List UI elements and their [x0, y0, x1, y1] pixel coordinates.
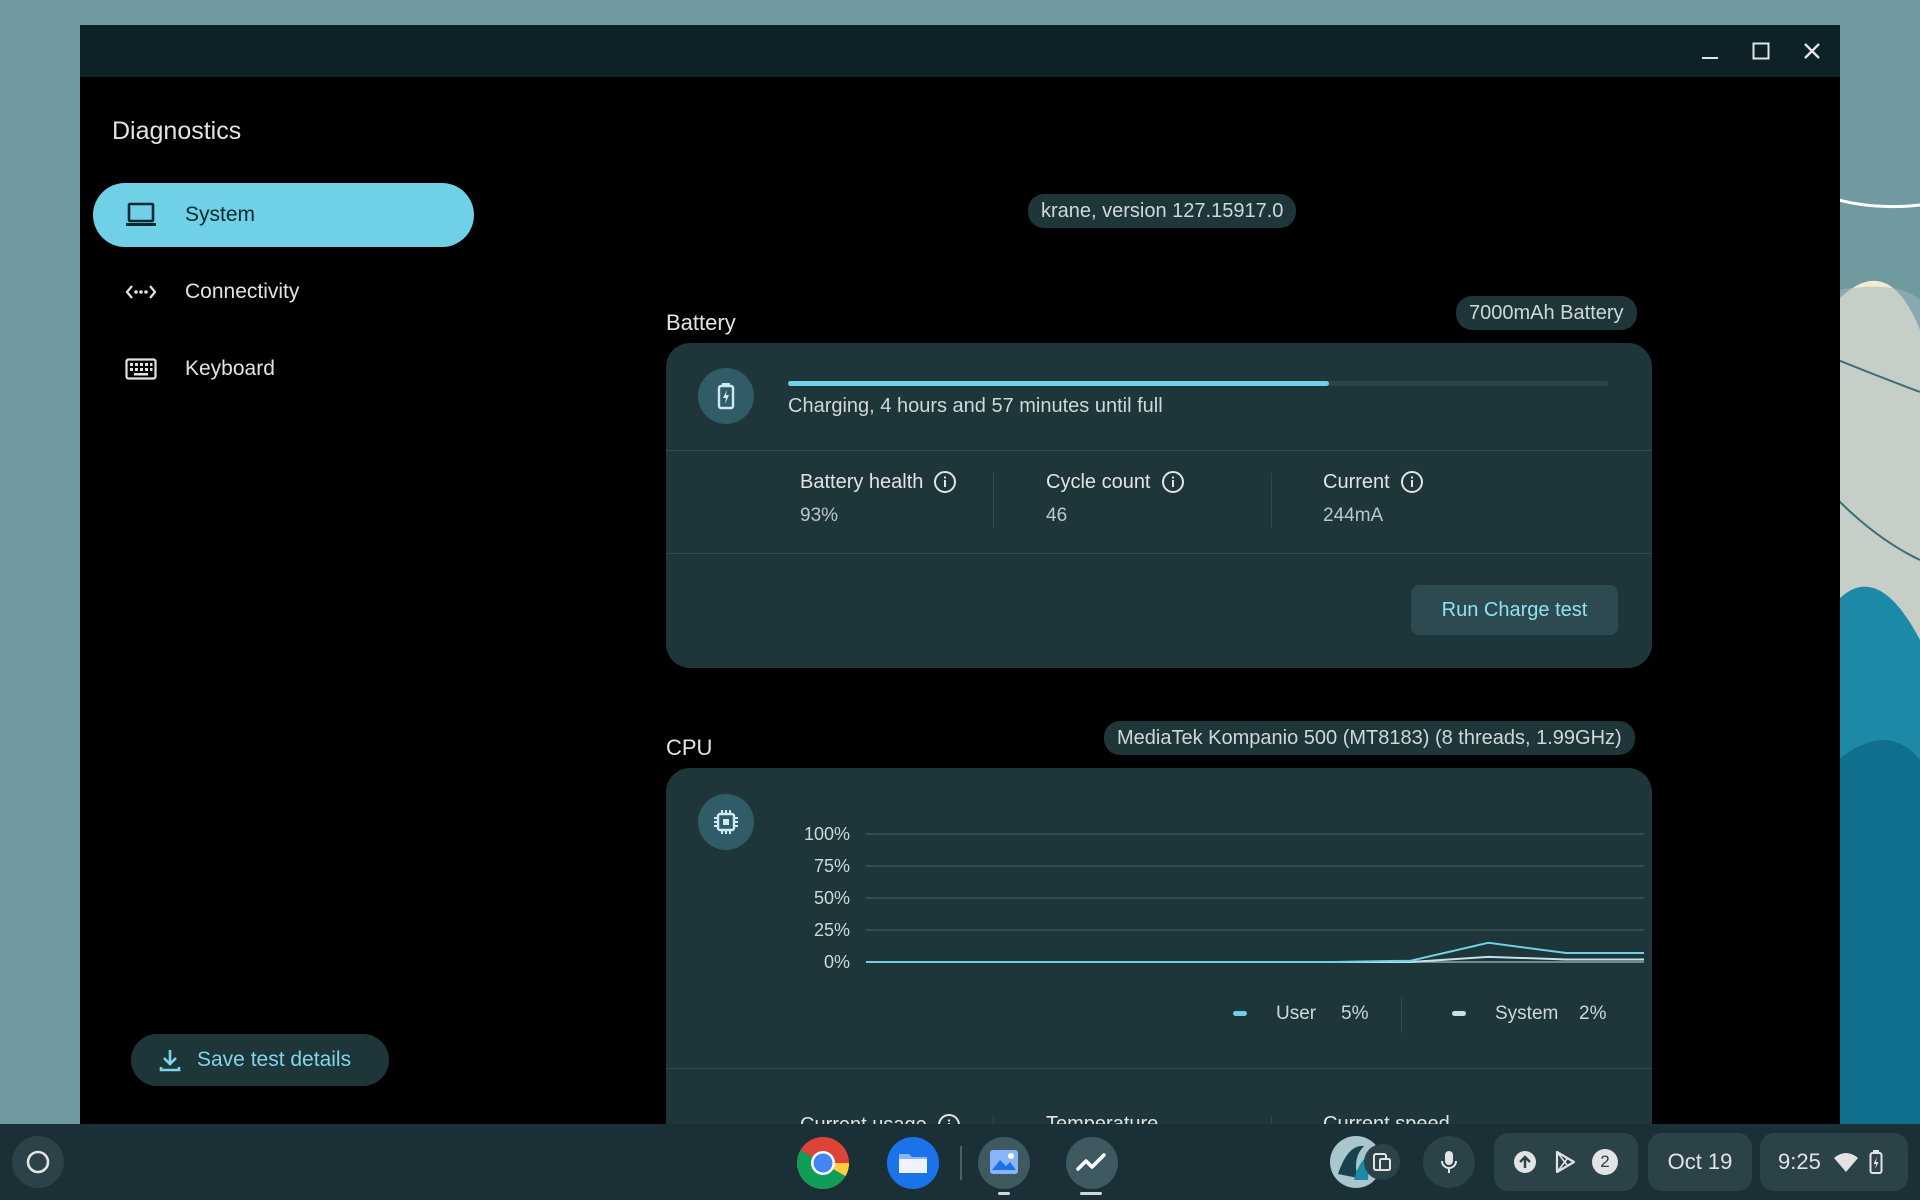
info-icon[interactable]	[1400, 470, 1424, 494]
battery-section-title: Battery	[666, 310, 736, 335]
sidebar-item-keyboard[interactable]: Keyboard	[93, 337, 474, 401]
gallery-icon	[978, 1137, 1030, 1189]
diagnostics-icon	[1066, 1137, 1118, 1189]
microphone-button[interactable]	[1423, 1136, 1475, 1188]
play-store-icon	[1555, 1150, 1576, 1174]
files-icon	[887, 1137, 939, 1189]
launcher-button[interactable]	[12, 1136, 64, 1188]
launcher-icon	[26, 1150, 50, 1174]
tablet-icon	[1364, 1144, 1400, 1180]
keyboard-icon	[123, 357, 159, 381]
y-tick-label: 0%	[824, 952, 850, 968]
battery-health-label: Battery health	[800, 470, 957, 494]
charging-status: Charging, 4 hours and 57 minutes until f…	[788, 395, 1163, 417]
cpu-usage-chart: 100% 75% 50% 25% 0%	[804, 824, 1644, 968]
legend-system-swatch	[1452, 1011, 1466, 1016]
y-tick-label: 75%	[814, 856, 850, 876]
save-test-details-button[interactable]: Save test details	[131, 1034, 389, 1086]
cpu-model-badge: MediaTek Kompanio 500 (MT8183) (8 thread…	[1104, 721, 1635, 755]
running-indicator	[998, 1192, 1010, 1195]
cycle-count-value: 46	[1046, 505, 1068, 526]
current-label: Current	[1323, 470, 1424, 494]
divider	[1401, 998, 1402, 1033]
running-indicator	[1080, 1192, 1102, 1195]
files-app[interactable]	[884, 1134, 942, 1192]
sidebar-item-label: System	[185, 203, 256, 226]
cpu-section-title: CPU	[666, 735, 713, 760]
time-text: 9:25	[1778, 1149, 1821, 1174]
y-tick-label: 100%	[804, 824, 850, 844]
current-value: 244mA	[1323, 505, 1384, 526]
connectivity-icon	[123, 282, 159, 302]
minimize-button[interactable]	[1694, 35, 1726, 67]
stat-label-text: Current	[1323, 470, 1390, 493]
title-bar	[80, 25, 1840, 77]
laptop-icon	[123, 202, 159, 228]
chrome-app[interactable]	[794, 1134, 852, 1192]
divider	[1271, 473, 1272, 528]
sidebar-item-label: Connectivity	[185, 280, 300, 303]
divider	[666, 553, 1652, 554]
run-charge-test-button[interactable]: Run Charge test	[1411, 585, 1618, 635]
divider	[666, 1068, 1652, 1069]
version-badge: krane, version 127.15917.0	[1028, 194, 1297, 228]
save-button-label: Save test details	[197, 1048, 352, 1071]
chrome-icon	[797, 1137, 849, 1189]
legend-system-label: System	[1495, 1003, 1559, 1024]
legend-user-swatch	[1233, 1011, 1247, 1016]
legend-system-value: 2%	[1579, 1003, 1607, 1024]
gallery-app[interactable]	[975, 1134, 1033, 1192]
maximize-icon	[1752, 42, 1770, 60]
holding-space-tray[interactable]	[1328, 1133, 1408, 1191]
close-button[interactable]	[1796, 35, 1828, 67]
wifi-icon	[1833, 1153, 1858, 1172]
y-tick-label: 25%	[814, 920, 850, 940]
legend-user-value: 5%	[1341, 1003, 1369, 1024]
sidebar-item-label: Keyboard	[185, 357, 275, 380]
status-tray[interactable]: 9:25	[1760, 1133, 1908, 1191]
divider	[666, 450, 1652, 451]
battery-charging-icon	[698, 368, 754, 424]
sidebar-item-connectivity[interactable]: Connectivity	[93, 260, 474, 324]
diagnostics-window: Diagnostics System Connectivity Keyboard…	[80, 25, 1840, 1125]
date-text: Oct 19	[1667, 1149, 1733, 1174]
cycle-count-label: Cycle count	[1046, 470, 1185, 494]
charge-progress-bar	[788, 381, 1608, 386]
wallpaper-decoration	[1838, 0, 1920, 1130]
date-tray[interactable]: Oct 19	[1648, 1133, 1752, 1191]
microphone-icon	[1441, 1151, 1457, 1173]
shelf-separator	[960, 1146, 962, 1180]
battery-card: Charging, 4 hours and 57 minutes until f…	[666, 343, 1652, 668]
upload-icon	[1514, 1151, 1536, 1173]
divider	[993, 473, 994, 528]
legend-user-label: User	[1276, 1003, 1317, 1024]
diagnostics-app[interactable]	[1063, 1134, 1121, 1192]
notification-count-badge: 2	[1592, 1149, 1618, 1175]
info-icon[interactable]	[1161, 470, 1185, 494]
maximize-button[interactable]	[1745, 35, 1777, 67]
stat-label-text: Cycle count	[1046, 470, 1151, 493]
battery-charging-status-icon	[1869, 1150, 1883, 1174]
battery-health-value: 93%	[800, 505, 839, 526]
cpu-card: 100% 75% 50% 25% 0% User 5% System 2% Curren…	[666, 768, 1652, 1125]
battery-capacity-badge: 7000mAh Battery	[1456, 296, 1637, 330]
info-icon[interactable]	[933, 470, 957, 494]
y-tick-label: 50%	[814, 888, 850, 908]
stat-label-text: Battery health	[800, 470, 924, 493]
charge-progress-fill	[788, 381, 1330, 386]
close-icon	[1804, 43, 1820, 59]
minimize-icon	[1702, 57, 1718, 59]
app-title: Diagnostics	[112, 117, 242, 145]
sidebar-item-system[interactable]: System	[93, 183, 474, 247]
notification-tray[interactable]: 2	[1494, 1133, 1638, 1191]
download-icon	[159, 1048, 181, 1072]
